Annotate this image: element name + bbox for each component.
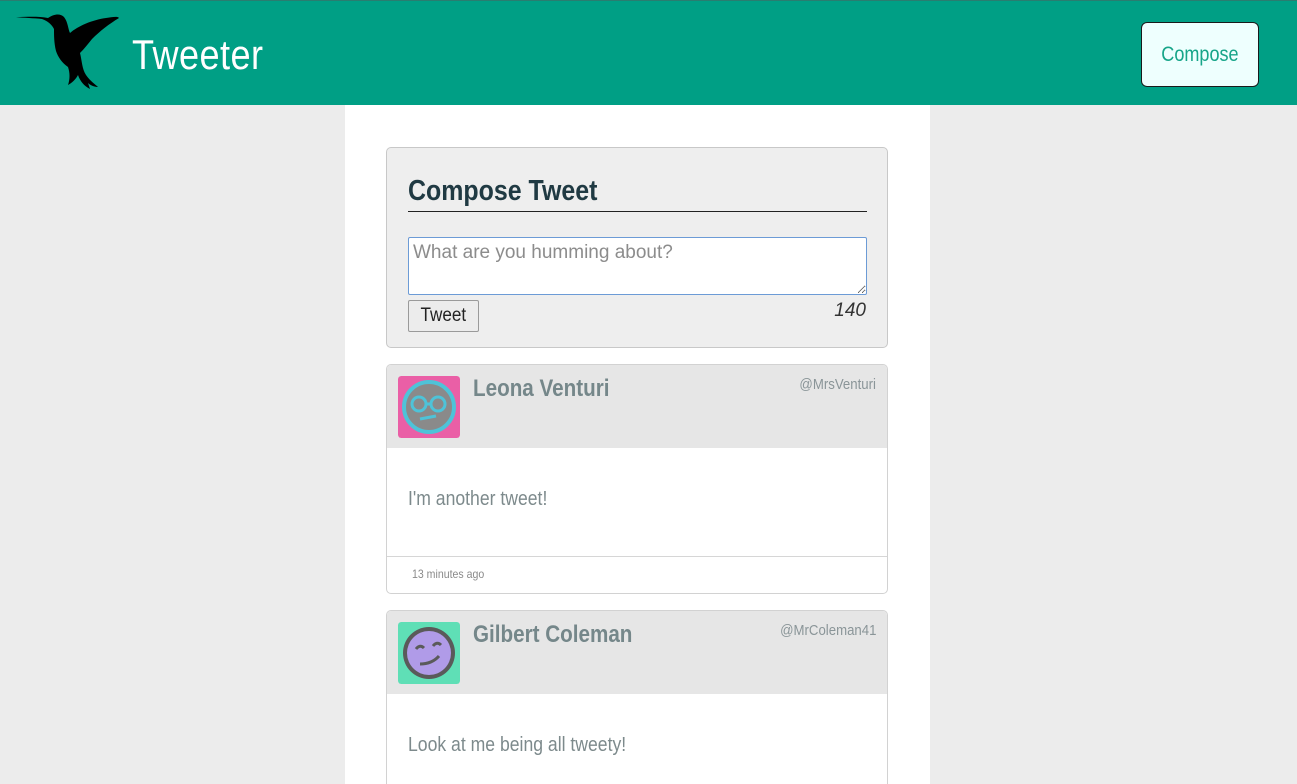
tweet-content-text: Look at me being all tweety! bbox=[408, 734, 627, 756]
tweet-author-handle: @MrsVenturi bbox=[789, 376, 876, 393]
tweet-submit-button[interactable]: Tweet bbox=[408, 300, 479, 332]
tweet-author-name: Leona Venturi bbox=[473, 375, 632, 403]
tweet-timestamp: 13 minutes ago bbox=[412, 567, 494, 581]
tweet-author-name-text: Gilbert Coleman bbox=[473, 621, 633, 648]
compose-tweet-panel: Compose Tweet Tweet 140 bbox=[386, 147, 888, 348]
navbar: Tweeter Compose bbox=[0, 0, 1297, 105]
tweet-submit-label: Tweet bbox=[420, 305, 467, 326]
avatar bbox=[398, 622, 460, 684]
tweet-input[interactable] bbox=[408, 237, 867, 295]
tweet-author-handle: @MrColeman41 bbox=[767, 622, 876, 639]
tweet-author-name: Gilbert Coleman bbox=[473, 621, 658, 649]
tweet-content: I'm another tweet! bbox=[408, 488, 566, 511]
tweet-footer: 13 minutes ago bbox=[387, 556, 887, 592]
avatar bbox=[398, 376, 460, 438]
compose-button[interactable]: Compose bbox=[1141, 22, 1259, 87]
tweet-author-handle-text: @MrColeman41 bbox=[779, 622, 876, 639]
tweet-author-handle-text: @MrsVenturi bbox=[799, 376, 876, 393]
tweet-timestamp-text: 13 minutes ago bbox=[412, 567, 485, 581]
compose-button-label: Compose bbox=[1161, 42, 1239, 66]
tweet-author-name-text: Leona Venturi bbox=[473, 375, 610, 402]
character-counter: 140 bbox=[834, 300, 866, 321]
compose-title: Compose Tweet bbox=[408, 175, 867, 212]
hummingbird-icon[interactable] bbox=[14, 11, 120, 89]
tweet-content-text: I'm another tweet! bbox=[408, 488, 548, 510]
tweet-card: Leona Venturi @MrsVenturi I'm another tw… bbox=[386, 364, 888, 594]
tweet-header: Leona Venturi @MrsVenturi bbox=[387, 365, 887, 448]
main-container: Compose Tweet Tweet 140 Leona Venturi @M… bbox=[345, 105, 930, 784]
tweet-header: Gilbert Coleman @MrColeman41 bbox=[387, 611, 887, 694]
compose-title-text: Compose Tweet bbox=[408, 175, 598, 207]
tweet-card: Gilbert Coleman @MrColeman41 Look at me … bbox=[386, 610, 888, 784]
brand-title: Tweeter bbox=[132, 31, 264, 78]
tweet-content: Look at me being all tweety! bbox=[408, 734, 656, 757]
